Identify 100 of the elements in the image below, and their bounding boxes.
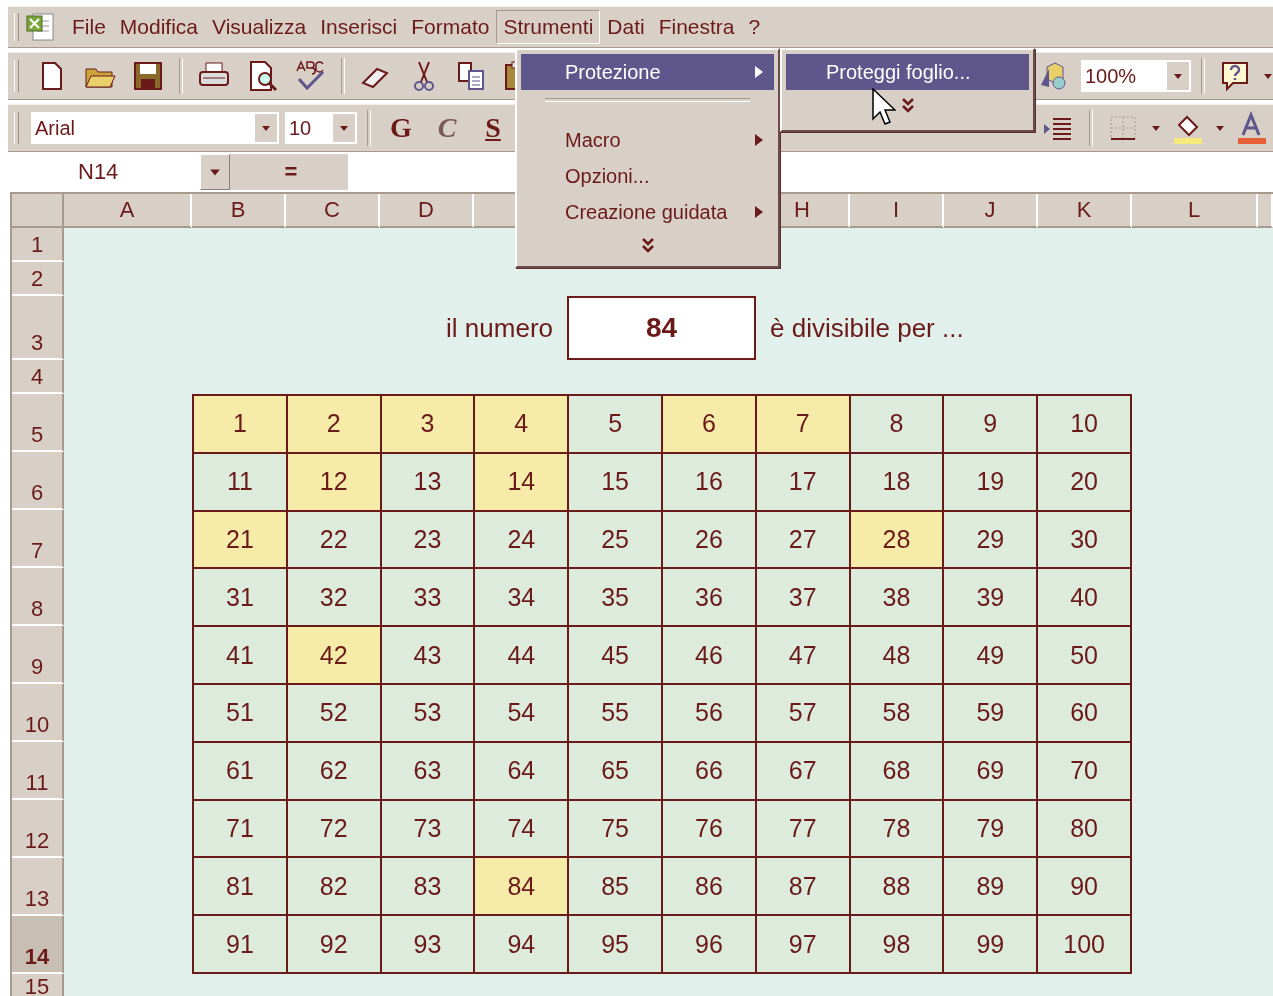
number-cell[interactable]: 34 [475,569,570,628]
row-header[interactable]: 8 [12,568,64,626]
number-cell[interactable]: 70 [1038,742,1132,801]
menu-option[interactable]: Protezione [521,54,774,90]
number-cell[interactable]: 30 [1038,511,1132,570]
row-header[interactable]: 13 [12,858,64,916]
column-header[interactable] [1258,194,1273,228]
number-cell[interactable]: 68 [850,742,945,801]
number-cell[interactable]: 38 [850,569,945,628]
column-header[interactable]: J [944,194,1038,228]
number-cell[interactable]: 31 [194,569,288,628]
number-cell[interactable]: 53 [381,685,476,743]
number-cell[interactable]: 36 [663,569,757,628]
number-cell[interactable]: 72 [287,800,382,859]
number-cell[interactable]: 92 [287,916,382,974]
number-cell[interactable]: 11 [194,453,288,512]
number-cell[interactable]: 54 [475,685,570,743]
number-cell[interactable]: 12 [287,453,382,512]
menu-item[interactable]: Dati [600,10,652,44]
column-header[interactable]: I [850,194,944,228]
expand-chevron-icon[interactable] [640,237,655,253]
number-cell[interactable]: 20 [1038,453,1132,512]
number-cell[interactable]: 84 [475,858,570,917]
number-cell[interactable]: 48 [850,627,945,685]
row-header[interactable]: 11 [12,742,64,800]
underline-button[interactable]: S [473,112,513,144]
name-box[interactable]: N14 [8,154,200,190]
number-cell[interactable]: 77 [756,800,851,859]
number-cell[interactable]: 96 [663,916,757,974]
menu-item[interactable]: Formato [404,10,497,44]
number-cell[interactable]: 43 [381,627,476,685]
menu-option[interactable]: Proteggi foglio... [786,54,1029,90]
number-cell[interactable]: 65 [569,742,663,801]
number-cell[interactable]: 57 [756,685,851,743]
number-cell[interactable]: 80 [1038,800,1132,859]
number-cell[interactable]: 15 [569,453,663,512]
number-cell[interactable]: 67 [756,742,851,801]
caret-icon[interactable] [1151,123,1161,133]
number-cell[interactable]: 18 [850,453,945,512]
number-cell[interactable]: 51 [194,685,288,743]
number-cell[interactable]: 8 [850,396,945,454]
number-cell[interactable]: 90 [1038,858,1132,917]
number-cell[interactable]: 91 [194,916,288,974]
number-cell[interactable]: 17 [756,453,851,512]
number-cell[interactable]: 84 [567,296,756,360]
number-cell[interactable]: 29 [944,511,1039,570]
number-cell[interactable]: 95 [569,916,663,974]
number-cell[interactable]: 21 [194,511,288,570]
equals-sign[interactable]: = [234,154,348,190]
number-cell[interactable]: 19 [944,453,1039,512]
menu-item[interactable]: ? [741,10,768,44]
row-header[interactable]: 7 [12,510,64,568]
number-cell[interactable]: 69 [944,742,1039,801]
number-cell[interactable]: 66 [663,742,757,801]
number-cell[interactable]: 97 [756,916,851,974]
number-cell[interactable]: 47 [756,627,851,685]
number-cell[interactable]: 78 [850,800,945,859]
menu-item[interactable]: Finestra [651,10,742,44]
menu-item[interactable]: Visualizza [205,10,314,44]
number-cell[interactable]: 64 [475,742,570,801]
number-cell[interactable]: 7 [756,396,851,454]
number-cell[interactable]: 1 [194,396,288,454]
expand-chevron-icon[interactable] [900,97,915,113]
number-cell[interactable]: 13 [381,453,476,512]
number-cell[interactable]: 86 [663,858,757,917]
menu-option[interactable]: Macro [521,122,774,158]
row-header[interactable]: 14 [12,916,64,974]
number-cell[interactable]: 5 [569,396,663,454]
number-cell[interactable]: 23 [381,511,476,570]
number-cell[interactable]: 35 [569,569,663,628]
menu-item[interactable]: File [65,10,113,44]
number-cell[interactable]: 94 [475,916,570,974]
number-cell[interactable]: 26 [663,511,757,570]
number-cell[interactable]: 49 [944,627,1039,685]
number-cell[interactable]: 99 [944,916,1039,974]
number-cell[interactable]: 37 [756,569,851,628]
italic-button[interactable]: C [427,112,467,144]
number-cell[interactable]: 41 [194,627,288,685]
menu-option[interactable]: Opzioni... [521,158,774,194]
number-cell[interactable]: 14 [475,453,570,512]
row-header[interactable]: 5 [12,394,64,452]
row-header[interactable]: 10 [12,684,64,742]
number-cell[interactable]: 16 [663,453,757,512]
column-header[interactable]: A [64,194,192,228]
number-cell[interactable]: 93 [381,916,476,974]
number-cell[interactable]: 50 [1038,627,1132,685]
number-cell[interactable]: 3 [381,396,476,454]
number-cell[interactable]: 2 [287,396,382,454]
font-size-field[interactable]: 10 [285,112,357,144]
menu-item[interactable]: Strumenti [496,10,601,44]
number-cell[interactable]: 63 [381,742,476,801]
number-cell[interactable]: 71 [194,800,288,859]
number-cell[interactable]: 44 [475,627,570,685]
number-cell[interactable]: 55 [569,685,663,743]
spreadsheet-icon[interactable] [25,11,57,43]
number-cell[interactable]: 22 [287,511,382,570]
number-cell[interactable]: 60 [1038,685,1132,743]
number-cell[interactable]: 75 [569,800,663,859]
row-header[interactable]: 9 [12,626,64,684]
row-header[interactable]: 3 [12,296,64,360]
